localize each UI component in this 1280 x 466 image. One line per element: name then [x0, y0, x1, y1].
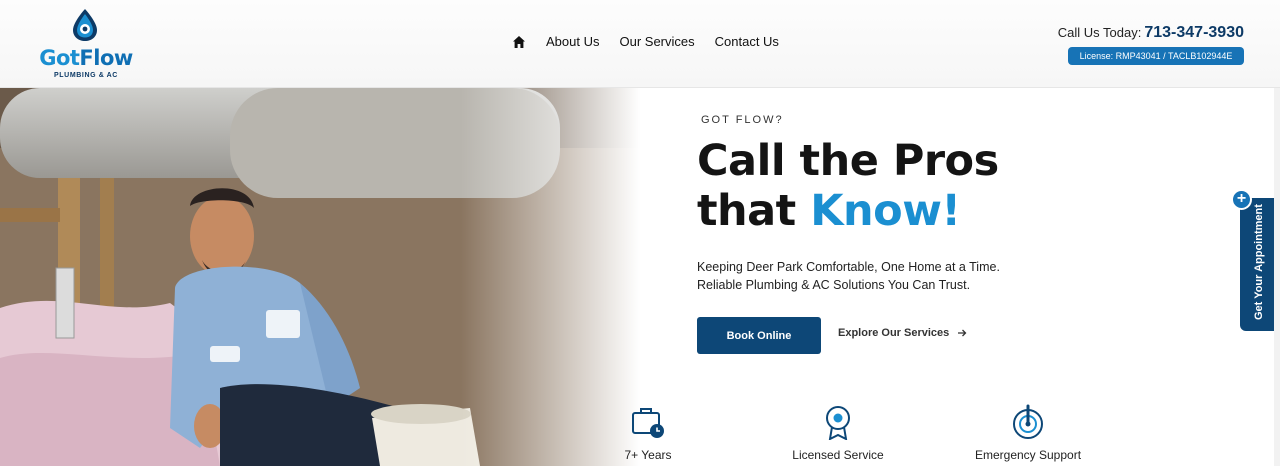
nav-contact-us[interactable]: Contact Us	[715, 34, 779, 49]
license-badge: License: RMP43041 / TACLB102944E	[1068, 47, 1244, 65]
arrow-right-icon	[958, 329, 967, 337]
feature-licensed-label: Licensed Service	[792, 448, 884, 462]
water-drop-logo-icon	[73, 9, 97, 41]
feature-emergency: Emergency Support	[958, 404, 1098, 462]
headline-line-1: Call the Pros	[697, 136, 999, 186]
logo-wordmark: GotFlow	[34, 46, 138, 70]
certificate-badge-icon	[826, 406, 850, 440]
call-us-line: Call Us Today: 713-347-3930	[1058, 24, 1244, 42]
nav-about-us[interactable]: About Us	[546, 34, 599, 49]
explore-services-link[interactable]: Explore Our Services	[838, 327, 967, 339]
logo-word-got: Got	[39, 46, 80, 70]
plus-icon[interactable]: +	[1231, 189, 1252, 210]
hero-subtitle-line-1: Keeping Deer Park Comfortable, One Home …	[697, 260, 1000, 274]
emergency-pin-icon	[1013, 404, 1043, 439]
hero-technician-photo	[0, 88, 640, 466]
call-us-label: Call Us Today:	[1057, 25, 1142, 40]
hero-eyebrow: GOT FLOW?	[701, 114, 784, 126]
book-online-button[interactable]: Book Online	[697, 317, 821, 354]
home-icon[interactable]	[512, 35, 526, 49]
feature-licensed: Licensed Service	[768, 404, 908, 462]
get-appointment-label: Get Your Appointment	[1253, 204, 1265, 320]
header-contact: Call Us Today: 713-347-3930 License: RMP4…	[1058, 24, 1244, 65]
logo-word-flow: Flow	[79, 46, 133, 70]
main-nav: About Us Our Services Contact Us	[512, 34, 779, 49]
hero-subtitle-line-2: Reliable Plumbing & AC Solutions You Can…	[697, 278, 971, 292]
nav-our-services[interactable]: Our Services	[619, 34, 694, 49]
hero-subtitle: Keeping Deer Park Comfortable, One Home …	[697, 258, 1000, 294]
feature-years: 7+ Years	[578, 404, 718, 462]
logo-tagline: PLUMBING & AC	[54, 72, 118, 79]
headline-line-2: that Know!	[697, 186, 999, 236]
briefcase-clock-icon	[632, 408, 664, 438]
feature-emergency-label: Emergency Support	[974, 448, 1082, 462]
hero-headline: Call the Pros that Know!	[697, 136, 999, 236]
headline-accent: Know!	[810, 186, 961, 236]
feature-years-label: 7+ Years	[624, 448, 672, 462]
gotflow-logo[interactable]: GotFlow PLUMBING & AC	[34, 8, 138, 82]
headline-plain: that	[697, 186, 811, 236]
phone-number-link[interactable]: 713-347-3930	[1144, 24, 1244, 41]
site-header: GotFlow PLUMBING & AC About Us Our Servi…	[0, 0, 1280, 88]
explore-services-label: Explore Our Services	[838, 327, 950, 339]
